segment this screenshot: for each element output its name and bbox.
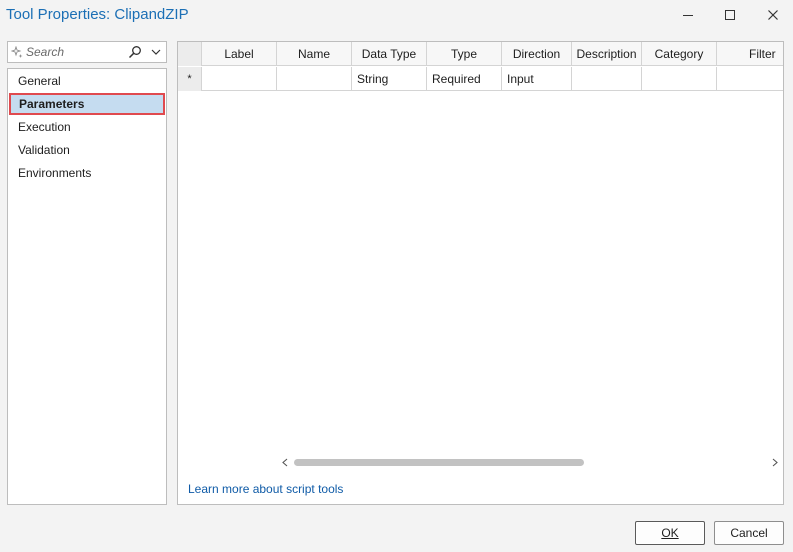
chevron-down-icon[interactable] <box>150 47 162 57</box>
table-row[interactable]: * String Required Input <box>178 67 783 91</box>
grid-corner[interactable] <box>178 42 202 66</box>
close-button[interactable] <box>759 4 787 26</box>
cell-label[interactable] <box>202 67 277 91</box>
cell-data-type[interactable]: String <box>352 67 427 91</box>
window-title: Tool Properties: ClipandZIP <box>6 6 189 23</box>
nav-list: General Parameters Execution Validation … <box>7 68 167 505</box>
maximize-button[interactable] <box>716 4 744 26</box>
maximize-icon <box>725 10 735 20</box>
column-header-category[interactable]: Category <box>642 42 717 66</box>
scroll-right-icon[interactable] <box>771 458 779 467</box>
cancel-button[interactable]: Cancel <box>714 521 784 545</box>
cell-name[interactable] <box>277 67 352 91</box>
nav-item-execution[interactable]: Execution <box>8 116 166 138</box>
nav-item-general[interactable]: General <box>8 70 166 92</box>
cell-type[interactable]: Required <box>427 67 502 91</box>
close-icon <box>768 10 778 20</box>
nav-item-validation[interactable]: Validation <box>8 139 166 161</box>
search-input[interactable] <box>26 43 128 61</box>
column-header-filter-label: Filter <box>749 47 776 61</box>
grid-header: Label Name Data Type Type Direction Desc… <box>178 42 783 66</box>
cell-category[interactable] <box>642 67 717 91</box>
learn-more-link[interactable]: Learn more about script tools <box>188 482 343 496</box>
column-header-data-type[interactable]: Data Type <box>352 42 427 66</box>
title-bar: Tool Properties: ClipandZIP <box>0 0 793 32</box>
minimize-button[interactable] <box>674 4 702 26</box>
column-header-label[interactable]: Label <box>202 42 277 66</box>
horizontal-scrollbar[interactable] <box>277 454 783 470</box>
cell-direction[interactable]: Input <box>502 67 572 91</box>
minimize-icon <box>683 15 693 16</box>
search-icon[interactable] <box>128 45 142 59</box>
cell-description[interactable] <box>572 67 642 91</box>
nav-item-parameters[interactable]: Parameters <box>9 93 165 115</box>
search-box[interactable] <box>7 41 167 63</box>
row-marker[interactable]: * <box>178 67 202 91</box>
left-panel: General Parameters Execution Validation … <box>7 41 167 505</box>
sparkle-icon <box>11 46 23 58</box>
ok-button[interactable]: OK <box>635 521 705 545</box>
cancel-button-label: Cancel <box>730 526 768 540</box>
scroll-left-icon[interactable] <box>281 458 289 467</box>
column-header-name[interactable]: Name <box>277 42 352 66</box>
column-header-type[interactable]: Type <box>427 42 502 66</box>
nav-item-environments[interactable]: Environments <box>8 162 166 184</box>
ok-button-label: OK <box>661 526 679 540</box>
cell-filter[interactable] <box>717 67 783 91</box>
column-header-direction[interactable]: Direction <box>502 42 572 66</box>
parameters-panel: Label Name Data Type Type Direction Desc… <box>177 41 784 505</box>
scrollbar-thumb[interactable] <box>294 459 584 466</box>
column-header-filter[interactable]: Filter <box>717 42 783 66</box>
column-header-description[interactable]: Description <box>572 42 642 66</box>
